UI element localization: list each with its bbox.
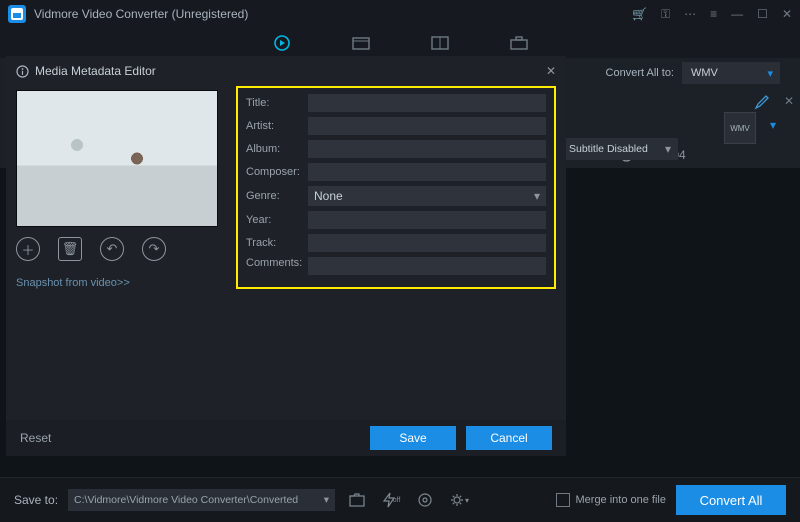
tab-mv[interactable]	[349, 34, 373, 52]
close-icon[interactable]: ✕	[782, 7, 792, 22]
metadata-form-highlighted: Title: Artist: Album: Composer: Genre: N…	[236, 86, 556, 289]
checkbox-icon	[556, 493, 570, 507]
metadata-editor-modal: Media Metadata Editor ✕ ＋ 🗑 ↶ ↷ Snapshot…	[6, 56, 566, 456]
genre-value: None	[314, 189, 343, 203]
output-format-badge: WMV	[730, 124, 750, 133]
save-button[interactable]: Save	[370, 426, 456, 450]
app-title: Vidmore Video Converter (Unregistered)	[34, 7, 248, 21]
modal-title: Media Metadata Editor	[35, 64, 156, 78]
genre-label: Genre:	[246, 190, 308, 202]
subtitle-value: Subtitle Disabled	[569, 143, 648, 155]
track-label: Track:	[246, 237, 308, 249]
year-label: Year:	[246, 214, 308, 226]
chevron-down-icon: ▾	[324, 494, 329, 506]
output-format-chevron-icon[interactable]: ▾	[770, 118, 776, 132]
info-icon	[16, 65, 29, 78]
feedback-icon[interactable]: ⋯	[684, 7, 696, 22]
convert-all-format-select[interactable]: WMV ▾	[682, 62, 780, 84]
open-folder-icon[interactable]	[345, 489, 369, 511]
track-field[interactable]	[308, 234, 546, 252]
artist-field[interactable]	[308, 117, 546, 135]
remove-file-icon[interactable]: ✕	[784, 94, 794, 108]
menu-icon[interactable]: ≡	[710, 7, 717, 22]
undo-icon[interactable]: ↶	[100, 237, 124, 261]
saveto-path-value: C:\Vidmore\Vidmore Video Converter\Conve…	[74, 494, 298, 506]
chevron-down-icon: ▾	[767, 67, 773, 80]
reset-button[interactable]: Reset	[20, 431, 51, 445]
album-field[interactable]	[308, 140, 546, 158]
merge-checkbox[interactable]: Merge into one file	[556, 493, 667, 507]
tab-toolbox[interactable]	[507, 34, 531, 52]
subtitle-select[interactable]: Subtitle Disabled ▾	[560, 138, 678, 160]
high-speed-icon[interactable]	[413, 489, 437, 511]
comments-label: Comments:	[246, 257, 308, 269]
app-logo	[8, 5, 26, 23]
chevron-down-icon: ▾	[534, 189, 540, 203]
saveto-path-select[interactable]: C:\Vidmore\Vidmore Video Converter\Conve…	[68, 489, 335, 511]
title-field[interactable]	[308, 94, 546, 112]
convert-all-format-value: WMV	[691, 67, 718, 79]
gpu-accel-icon[interactable]: off	[379, 489, 403, 511]
key-icon[interactable]: ⚿	[661, 7, 670, 22]
output-format-thumb[interactable]: WMV	[724, 112, 756, 144]
tab-converter[interactable]	[270, 34, 294, 52]
convert-all-label: Convert All to:	[606, 67, 674, 79]
cancel-button[interactable]: Cancel	[466, 426, 552, 450]
delete-cover-icon[interactable]: 🗑	[58, 237, 82, 261]
chevron-down-icon: ▾	[665, 142, 671, 156]
year-field[interactable]	[308, 211, 546, 229]
footer-bar: Save to: C:\Vidmore\Vidmore Video Conver…	[0, 477, 800, 522]
titlebar: Vidmore Video Converter (Unregistered) 🛒…	[0, 0, 800, 28]
maximize-icon[interactable]: ☐	[757, 7, 768, 22]
comments-field[interactable]	[308, 257, 546, 275]
saveto-label: Save to:	[14, 493, 58, 507]
merge-label: Merge into one file	[576, 494, 667, 506]
genre-select[interactable]: None ▾	[308, 186, 546, 206]
settings-icon[interactable]: ▾	[447, 489, 471, 511]
artist-label: Artist:	[246, 120, 308, 132]
convert-all-button[interactable]: Convert All	[676, 485, 786, 515]
main-toolbar	[0, 28, 800, 58]
snapshot-from-video-link[interactable]: Snapshot from video>>	[16, 277, 216, 289]
add-cover-icon[interactable]: ＋	[16, 237, 40, 261]
redo-icon[interactable]: ↷	[142, 237, 166, 261]
modal-close-icon[interactable]: ✕	[546, 64, 556, 78]
cart-icon[interactable]: 🛒	[632, 7, 647, 22]
cover-thumbnail	[16, 90, 218, 227]
album-label: Album:	[246, 143, 308, 155]
composer-field[interactable]	[308, 163, 546, 181]
edit-icon[interactable]	[754, 94, 770, 110]
minimize-icon[interactable]: —	[731, 7, 743, 22]
title-label: Title:	[246, 97, 308, 109]
composer-label: Composer:	[246, 166, 308, 178]
tab-collage[interactable]	[428, 34, 452, 52]
